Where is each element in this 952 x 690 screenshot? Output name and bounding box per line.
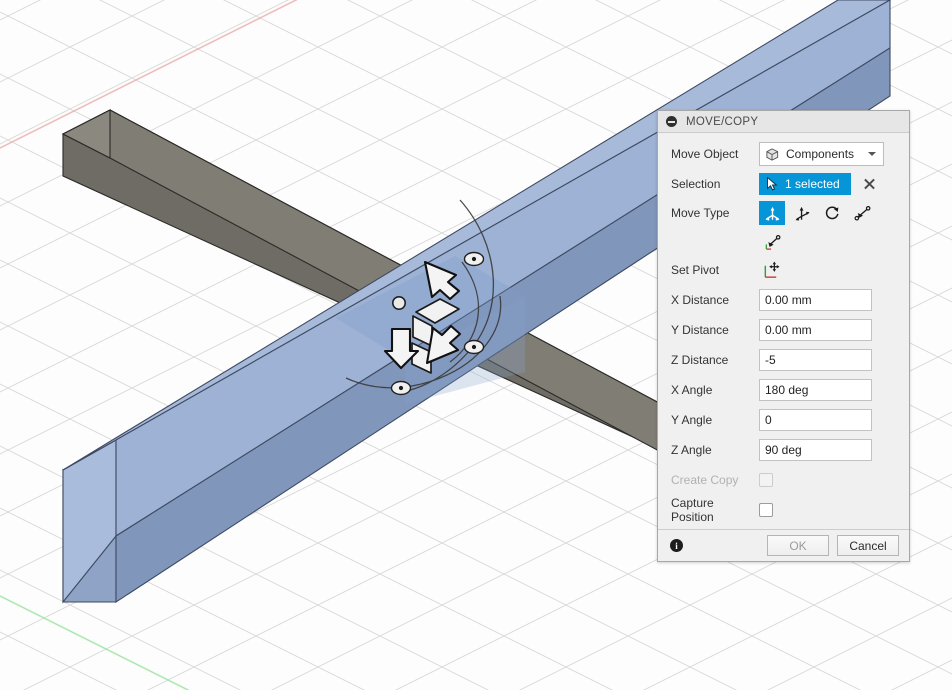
capture-position-label: Capture Position: [671, 495, 714, 524]
row-selection: Selection 1 selected: [658, 169, 909, 199]
z-angle-input[interactable]: [759, 439, 872, 461]
point-to-point-icon[interactable]: [849, 201, 875, 225]
chevron-down-icon[interactable]: [868, 152, 876, 156]
row-y-angle: Y Angle: [658, 405, 909, 435]
cancel-button[interactable]: Cancel: [837, 535, 899, 556]
row-move-type: Move Type: [658, 199, 909, 227]
translate-icon[interactable]: [789, 201, 815, 225]
x-angle-input[interactable]: [759, 379, 872, 401]
x-distance-input[interactable]: [759, 289, 872, 311]
minus-circle-icon[interactable]: [666, 116, 677, 127]
point-to-position-icon[interactable]: [759, 230, 785, 254]
rotate-icon[interactable]: [819, 201, 845, 225]
x-distance-label: X Distance: [671, 292, 730, 307]
move-object-dropdown[interactable]: Components: [759, 142, 884, 166]
row-y-distance: Y Distance: [658, 315, 909, 345]
move-object-label: Move Object: [671, 146, 739, 161]
x-angle-label: X Angle: [671, 382, 713, 397]
move-copy-dialog[interactable]: MOVE/COPY Move Object Components Selecti: [657, 110, 910, 562]
move-object-value: Components: [786, 147, 855, 161]
row-create-copy: Create Copy: [658, 465, 909, 495]
row-capture-position: Capture Position: [658, 495, 909, 525]
y-angle-label: Y Angle: [671, 412, 713, 427]
create-copy-label: Create Copy: [671, 472, 739, 487]
z-distance-label: Z Distance: [671, 352, 729, 367]
move-type-label: Move Type: [671, 205, 730, 220]
dialog-footer: i OK Cancel: [658, 529, 909, 561]
cube-icon: [766, 147, 779, 161]
set-pivot-label: Set Pivot: [671, 262, 720, 277]
row-x-angle: X Angle: [658, 375, 909, 405]
capture-position-checkbox[interactable]: [759, 503, 773, 517]
row-z-angle: Z Angle: [658, 435, 909, 465]
selection-chip[interactable]: 1 selected: [759, 173, 851, 195]
ok-button[interactable]: OK: [767, 535, 829, 556]
dialog-title-bar[interactable]: MOVE/COPY: [658, 111, 909, 133]
row-z-distance: Z Distance: [658, 345, 909, 375]
pivot-axis-icon[interactable]: [759, 259, 783, 281]
z-distance-input[interactable]: [759, 349, 872, 371]
close-x-icon[interactable]: [862, 177, 877, 192]
selection-count: 1 selected: [785, 177, 840, 191]
y-distance-input[interactable]: [759, 319, 872, 341]
row-set-pivot: Set Pivot: [658, 255, 909, 285]
z-angle-label: Z Angle: [671, 442, 712, 457]
selection-label: Selection: [671, 176, 721, 191]
info-icon[interactable]: i: [670, 539, 683, 552]
y-distance-label: Y Distance: [671, 322, 729, 337]
origin-dot-handle[interactable]: [391, 295, 406, 310]
move-type-row-2: [658, 229, 909, 255]
y-angle-input[interactable]: [759, 409, 872, 431]
dialog-title: MOVE/COPY: [686, 115, 759, 128]
free-move-icon[interactable]: [759, 201, 785, 225]
dialog-body: Move Object Components Selection 1 selec…: [658, 133, 909, 529]
create-copy-checkbox: [759, 473, 773, 487]
cursor-arrow-icon: [767, 177, 778, 191]
row-move-object: Move Object Components: [658, 139, 909, 169]
row-x-distance: X Distance: [658, 285, 909, 315]
